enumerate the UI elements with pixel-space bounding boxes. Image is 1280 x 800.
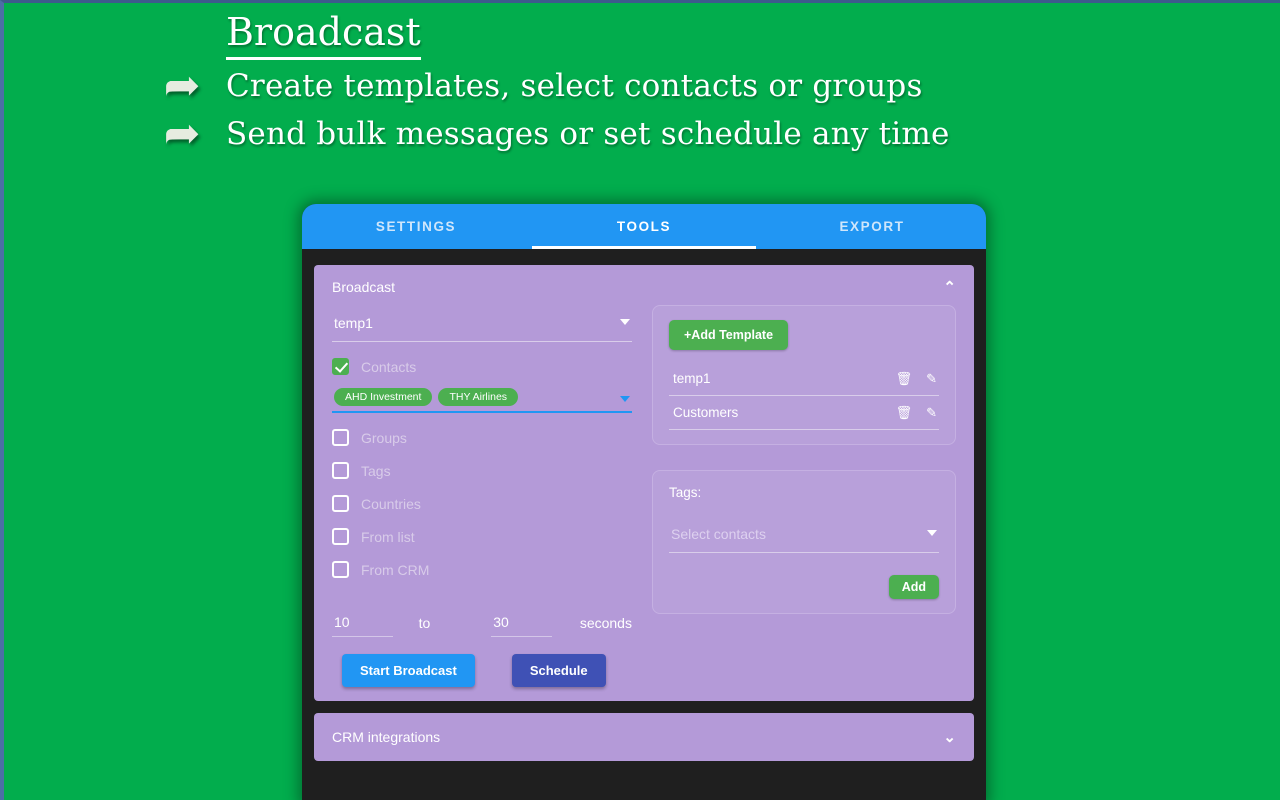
broadcast-left-column: temp1 Contacts AHD Investment THY Airlin…: [332, 305, 632, 687]
checkbox-row-from-crm[interactable]: From CRM: [332, 561, 632, 578]
delay-unit-label: seconds: [579, 615, 632, 631]
checkbox-label: Tags: [361, 462, 391, 479]
template-name: Customers: [673, 405, 739, 420]
broadcast-panel-header[interactable]: Broadcast ⌃: [314, 265, 974, 305]
crm-integrations-title: CRM integrations: [332, 729, 441, 745]
promo-bullet-text: Create templates, select contacts or gro…: [226, 67, 923, 104]
add-template-button[interactable]: +Add Template: [669, 320, 789, 350]
checkbox-label: Contacts: [361, 358, 417, 375]
tags-add-row: Add: [669, 575, 939, 599]
promo-bullet-1: ➦ Create templates, select contacts or g…: [154, 60, 1014, 110]
panel-spacer: [314, 701, 974, 713]
broadcast-panel-title: Broadcast: [332, 279, 396, 295]
checkbox-label: Countries: [361, 495, 421, 512]
template-row-actions: 🗑 ✎: [896, 372, 937, 385]
tab-label: TOOLS: [616, 219, 672, 234]
chevron-down-icon: [620, 319, 630, 325]
contact-chip[interactable]: AHD Investment: [334, 388, 433, 406]
checkbox-row-tags[interactable]: Tags: [332, 462, 632, 479]
promo-bullet-2: ➦ Send bulk messages or set schedule any…: [154, 108, 1014, 158]
delay-min-input[interactable]: 10: [332, 612, 394, 637]
curved-arrow-icon: ➦: [163, 108, 201, 158]
crm-integrations-panel: CRM integrations ⌄: [314, 713, 974, 761]
broadcast-panel-body: temp1 Contacts AHD Investment THY Airlin…: [314, 305, 974, 701]
action-row: Start Broadcast Schedule: [332, 654, 632, 687]
checkbox-label: From CRM: [361, 561, 430, 578]
template-row[interactable]: Customers 🗑 ✎: [669, 396, 939, 430]
tags-panel: Tags: Select contacts Add: [652, 470, 956, 614]
template-select[interactable]: temp1: [332, 311, 632, 342]
broadcast-panel: Broadcast ⌃ temp1 Contacts AHD Investmen…: [314, 265, 974, 701]
tab-export[interactable]: EXPORT: [758, 204, 986, 249]
checkbox-tags[interactable]: [332, 462, 349, 479]
checkbox-groups[interactable]: [332, 429, 349, 446]
checkbox-from-list[interactable]: [332, 528, 349, 545]
checkbox-row-from-list[interactable]: From list: [332, 528, 632, 545]
tab-label: EXPORT: [839, 219, 905, 234]
tab-bar: SETTINGS TOOLS EXPORT: [302, 204, 986, 249]
tab-tools[interactable]: TOOLS: [530, 204, 758, 249]
crm-integrations-header[interactable]: CRM integrations ⌄: [314, 713, 974, 761]
delay-max-input[interactable]: 30: [491, 612, 553, 637]
delay-to-label: to: [418, 615, 431, 631]
tags-panel-label: Tags:: [669, 485, 702, 500]
contacts-chips-field[interactable]: AHD Investment THY Airlines: [332, 388, 632, 413]
app-body: Broadcast ⌃ temp1 Contacts AHD Investmen…: [302, 249, 986, 800]
promo-header: Broadcast ➦ Create templates, select con…: [154, 10, 1014, 158]
add-tag-button[interactable]: Add: [888, 575, 939, 599]
promo-title: Broadcast: [226, 10, 421, 60]
checkbox-row-groups[interactable]: Groups: [332, 429, 632, 446]
schedule-button[interactable]: Schedule: [511, 654, 606, 687]
template-select-value: temp1: [334, 315, 373, 331]
chevron-down-icon[interactable]: ⌄: [943, 730, 956, 745]
templates-panel: +Add Template temp1 🗑 ✎ Customers 🗑 ✎: [652, 305, 956, 445]
chevron-up-icon[interactable]: ⌃: [943, 280, 956, 295]
checkbox-from-crm[interactable]: [332, 561, 349, 578]
template-row-actions: 🗑 ✎: [896, 406, 937, 419]
promo-bullet-text: Send bulk messages or set schedule any t…: [226, 115, 950, 152]
contact-chip[interactable]: THY Airlines: [438, 388, 519, 406]
template-name: temp1: [673, 371, 711, 386]
app-window: SETTINGS TOOLS EXPORT Broadcast ⌃ temp1: [302, 204, 986, 800]
edit-pencil-icon[interactable]: ✎: [926, 372, 937, 385]
checkbox-row-contacts[interactable]: Contacts: [332, 358, 632, 375]
template-row[interactable]: temp1 🗑 ✎: [669, 362, 939, 396]
start-broadcast-button[interactable]: Start Broadcast: [342, 654, 475, 687]
edit-pencil-icon[interactable]: ✎: [926, 406, 937, 419]
tab-settings[interactable]: SETTINGS: [302, 204, 530, 249]
tags-contacts-select[interactable]: Select contacts: [669, 522, 939, 553]
delete-icon[interactable]: 🗑: [896, 406, 913, 419]
checkbox-label: From list: [361, 528, 415, 545]
checkbox-contacts[interactable]: [332, 358, 349, 375]
delay-row: 10 to 30 seconds: [332, 612, 632, 637]
delete-icon[interactable]: 🗑: [896, 372, 913, 385]
chevron-down-icon[interactable]: [620, 396, 630, 402]
curved-arrow-icon: ➦: [163, 60, 201, 110]
tags-contacts-select-placeholder: Select contacts: [671, 526, 766, 542]
checkbox-countries[interactable]: [332, 495, 349, 512]
chevron-down-icon: [927, 530, 937, 536]
broadcast-right-column: +Add Template temp1 🗑 ✎ Customers 🗑 ✎ Ta…: [652, 305, 956, 687]
tab-label: SETTINGS: [375, 219, 457, 234]
checkbox-label: Groups: [361, 429, 407, 446]
checkbox-row-countries[interactable]: Countries: [332, 495, 632, 512]
